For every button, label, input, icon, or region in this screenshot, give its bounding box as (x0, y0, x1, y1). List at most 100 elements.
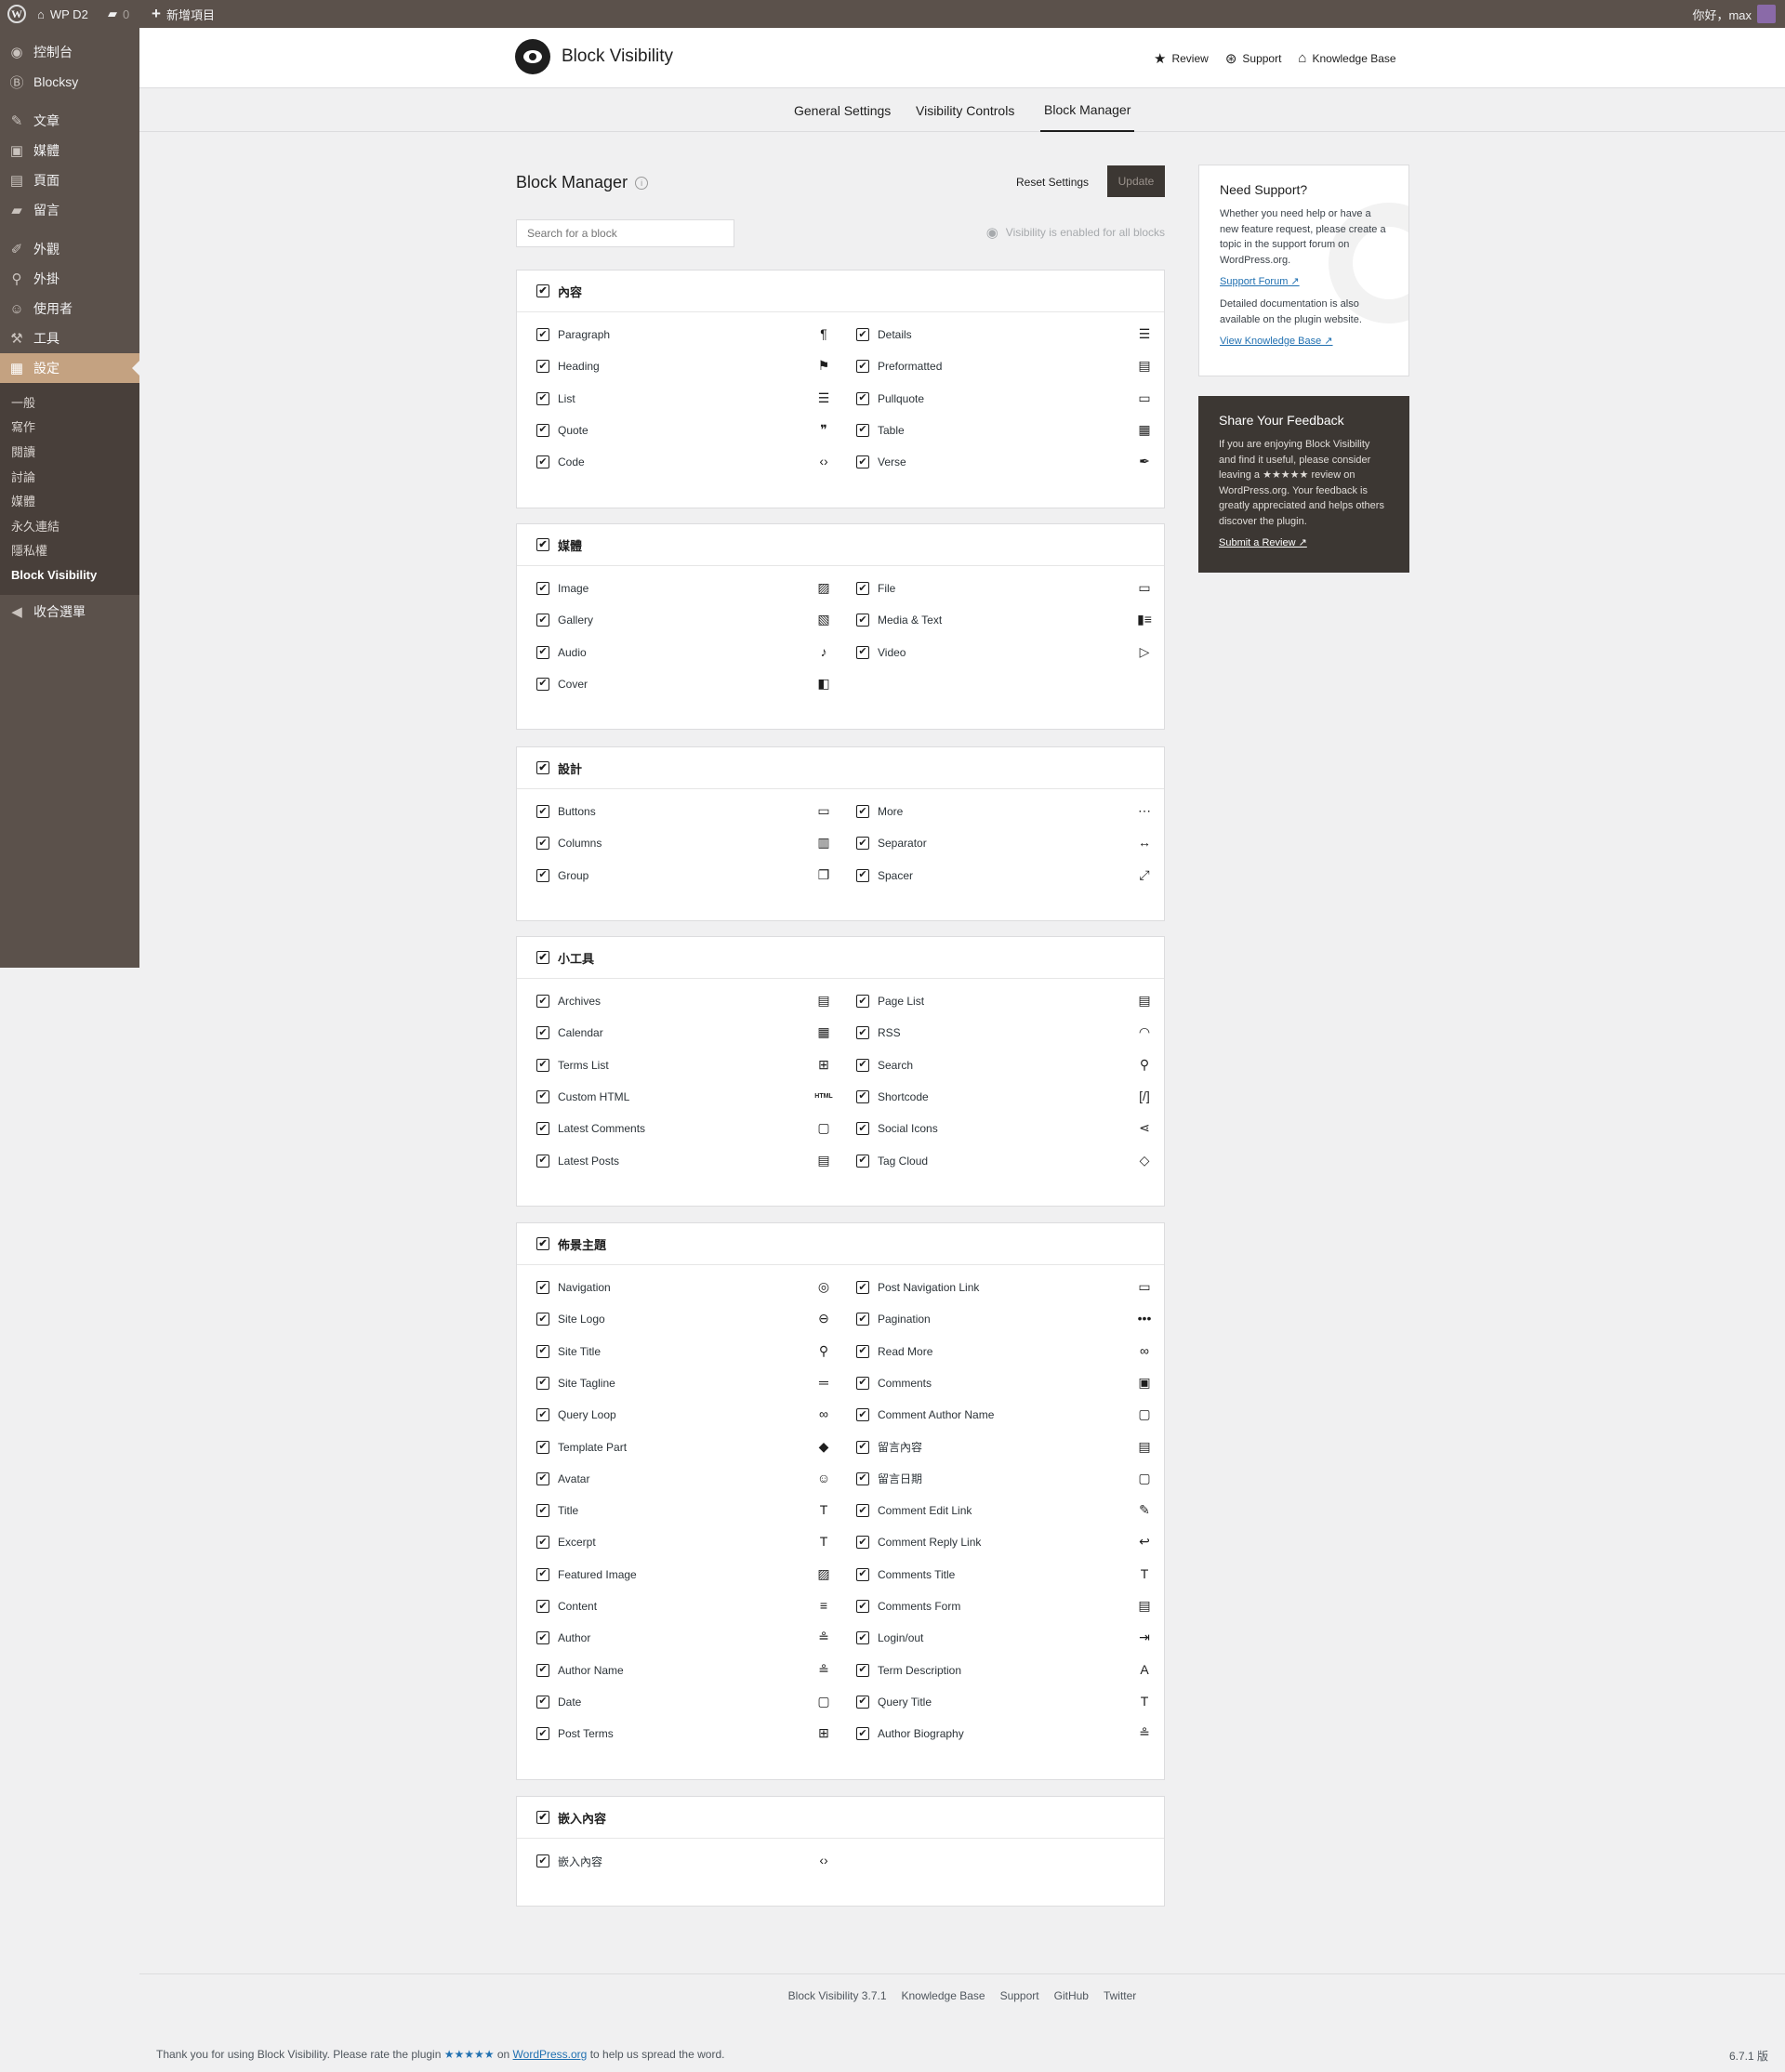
block-search-input[interactable] (516, 219, 734, 247)
sidebar-item-3[interactable]: ▣ 媒體 (0, 136, 139, 165)
submenu-item[interactable]: 隱私權 (0, 538, 139, 563)
block-toggle[interactable]: ✔ 嵌入內容 (536, 1845, 602, 1877)
block-checkbox[interactable]: ✔ (856, 582, 869, 595)
header-link-knowledge-base[interactable]: ⌂ Knowledge Base (1298, 50, 1395, 66)
block-checkbox[interactable]: ✔ (536, 1536, 549, 1550)
category-header[interactable]: ✔ 小工具 (517, 937, 1164, 979)
block-checkbox[interactable]: ✔ (856, 1631, 869, 1645)
footer-link-github[interactable]: GitHub (1054, 1989, 1089, 2002)
sidebar-item-8[interactable]: ☺ 使用者 (0, 294, 139, 323)
block-toggle[interactable]: ✔ Comments Form (856, 1590, 960, 1622)
category-checkbox[interactable]: ✔ (536, 284, 549, 297)
block-toggle[interactable]: ✔ Latest Comments (536, 1113, 645, 1144)
block-toggle[interactable]: ✔ RSS (856, 1017, 901, 1049)
block-toggle[interactable]: ✔ Comment Author Name (856, 1399, 994, 1431)
block-checkbox[interactable]: ✔ (536, 1440, 549, 1454)
block-checkbox[interactable]: ✔ (536, 1600, 549, 1613)
block-checkbox[interactable]: ✔ (536, 1344, 549, 1358)
block-checkbox[interactable]: ✔ (856, 1089, 869, 1103)
block-checkbox[interactable]: ✔ (536, 805, 549, 818)
block-checkbox[interactable]: ✔ (536, 1089, 549, 1103)
block-toggle[interactable]: ✔ Columns (536, 827, 602, 859)
block-checkbox[interactable]: ✔ (856, 1058, 869, 1072)
block-checkbox[interactable]: ✔ (536, 455, 549, 469)
block-checkbox[interactable]: ✔ (856, 995, 869, 1008)
block-checkbox[interactable]: ✔ (856, 805, 869, 818)
block-checkbox[interactable]: ✔ (856, 1727, 869, 1741)
submenu-item[interactable]: 寫作 (0, 415, 139, 440)
block-checkbox[interactable]: ✔ (856, 1154, 869, 1168)
update-button[interactable]: Update (1107, 165, 1165, 197)
sidebar-item-2[interactable]: ✎ 文章 (0, 106, 139, 136)
block-toggle[interactable]: ✔ Table (856, 415, 905, 446)
category-checkbox[interactable]: ✔ (536, 761, 549, 774)
block-checkbox[interactable]: ✔ (856, 1567, 869, 1581)
block-toggle[interactable]: ✔ Calendar (536, 1017, 603, 1049)
block-toggle[interactable]: ✔ Social Icons (856, 1113, 938, 1144)
block-checkbox[interactable]: ✔ (856, 1408, 869, 1422)
submenu-item[interactable]: 永久連結 (0, 513, 139, 538)
block-toggle[interactable]: ✔ Avatar (536, 1463, 589, 1495)
reset-settings-button[interactable]: Reset Settings (1016, 173, 1089, 191)
sidebar-item-6[interactable]: ✐ 外觀 (0, 234, 139, 264)
submenu-item[interactable]: 討論 (0, 464, 139, 489)
block-toggle[interactable]: ✔ Archives (536, 985, 601, 1017)
sidebar-item-5[interactable]: ▰ 留言 (0, 195, 139, 225)
block-toggle[interactable]: ✔ Site Title (536, 1336, 601, 1367)
block-checkbox[interactable]: ✔ (856, 1376, 869, 1390)
block-checkbox[interactable]: ✔ (856, 1536, 869, 1550)
block-toggle[interactable]: ✔ Latest Posts (536, 1145, 619, 1177)
header-link-support[interactable]: ⊛ Support (1225, 50, 1282, 67)
category-checkbox[interactable]: ✔ (536, 538, 549, 551)
block-checkbox[interactable]: ✔ (536, 1026, 549, 1040)
block-checkbox[interactable]: ✔ (856, 1313, 869, 1326)
block-toggle[interactable]: ✔ Media & Text (856, 604, 942, 636)
sidebar-item-4[interactable]: ▤ 頁面 (0, 165, 139, 195)
block-checkbox[interactable]: ✔ (536, 1631, 549, 1645)
block-toggle[interactable]: ✔ Custom HTML (536, 1081, 629, 1113)
block-checkbox[interactable]: ✔ (856, 1472, 869, 1485)
wordpress-logo-icon[interactable]: W (7, 5, 26, 23)
block-checkbox[interactable]: ✔ (856, 455, 869, 469)
block-toggle[interactable]: ✔ Video (856, 637, 906, 668)
block-toggle[interactable]: ✔ Post Terms (536, 1718, 614, 1749)
block-checkbox[interactable]: ✔ (856, 1122, 869, 1136)
block-checkbox[interactable]: ✔ (536, 328, 549, 341)
new-content-link[interactable]: + 新增項目 (152, 0, 215, 28)
block-checkbox[interactable]: ✔ (536, 582, 549, 595)
header-link-review[interactable]: ★ Review (1154, 50, 1209, 67)
block-toggle[interactable]: ✔ Login/out (856, 1622, 923, 1654)
support-forum-link[interactable]: Support Forum ↗ (1220, 275, 1388, 287)
block-checkbox[interactable]: ✔ (536, 1854, 549, 1867)
category-checkbox[interactable]: ✔ (536, 1237, 549, 1250)
block-checkbox[interactable]: ✔ (536, 1472, 549, 1485)
tab-visibility-controls[interactable]: Visibility Controls (912, 89, 1018, 132)
block-checkbox[interactable]: ✔ (536, 1154, 549, 1168)
block-toggle[interactable]: ✔ Verse (856, 446, 906, 478)
block-checkbox[interactable]: ✔ (856, 837, 869, 851)
account-menu[interactable]: 你好，max (1692, 0, 1776, 28)
block-checkbox[interactable]: ✔ (856, 1600, 869, 1613)
block-toggle[interactable]: ✔ Pullquote (856, 383, 924, 415)
tab-block-manager[interactable]: Block Manager (1040, 89, 1135, 132)
block-toggle[interactable]: ✔ Search (856, 1049, 913, 1081)
block-toggle[interactable]: ✔ Details (856, 319, 912, 350)
block-checkbox[interactable]: ✔ (856, 645, 869, 659)
block-checkbox[interactable]: ✔ (856, 1440, 869, 1454)
footer-link-twitter[interactable]: Twitter (1104, 1989, 1136, 2002)
block-checkbox[interactable]: ✔ (536, 645, 549, 659)
block-checkbox[interactable]: ✔ (536, 837, 549, 851)
block-checkbox[interactable]: ✔ (536, 360, 549, 374)
block-toggle[interactable]: ✔ List (536, 383, 575, 415)
block-checkbox[interactable]: ✔ (536, 1122, 549, 1136)
block-checkbox[interactable]: ✔ (536, 1504, 549, 1518)
block-toggle[interactable]: ✔ Term Description (856, 1655, 961, 1686)
block-toggle[interactable]: ✔ Author (536, 1622, 590, 1654)
block-checkbox[interactable]: ✔ (536, 1567, 549, 1581)
block-toggle[interactable]: ✔ Comment Edit Link (856, 1495, 972, 1526)
block-checkbox[interactable]: ✔ (856, 1344, 869, 1358)
tab-general-settings[interactable]: General Settings (790, 89, 894, 132)
category-header[interactable]: ✔ 媒體 (517, 524, 1164, 566)
block-toggle[interactable]: ✔ Post Navigation Link (856, 1272, 979, 1303)
block-toggle[interactable]: ✔ Excerpt (536, 1526, 596, 1558)
